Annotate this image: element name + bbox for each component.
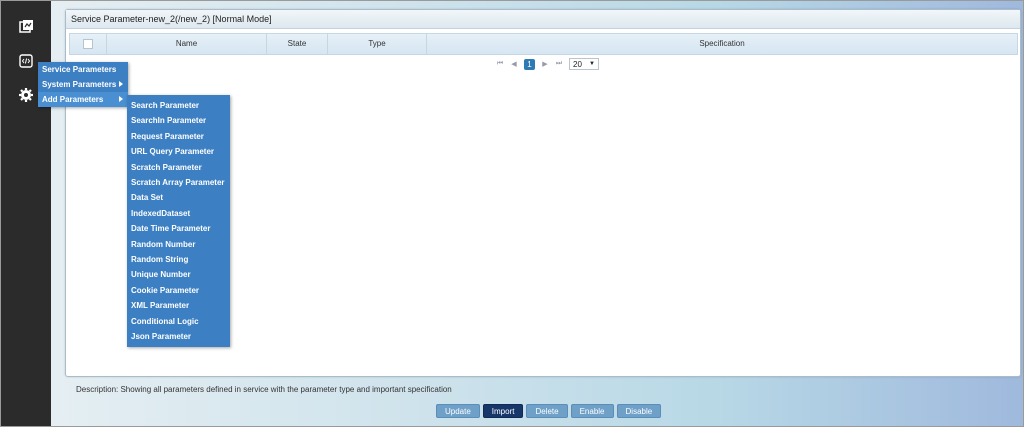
code-file-icon[interactable]	[18, 53, 34, 69]
column-header-name[interactable]: Name	[107, 34, 267, 54]
enable-button[interactable]: Enable	[570, 404, 614, 418]
add-parameters-submenu: Search Parameter SearchIn Parameter Requ…	[127, 95, 230, 347]
submenu-item-unique-number[interactable]: Unique Number	[127, 267, 230, 282]
settings-gear-icon[interactable]	[18, 87, 34, 103]
panel-title: Service Parameter-new_2(/new_2) [Normal …	[66, 10, 1020, 29]
action-button-bar: Update Import Delete Enable Disable	[436, 404, 662, 418]
submenu-item-cookie-parameter[interactable]: Cookie Parameter	[127, 283, 230, 298]
select-all-cell	[70, 34, 107, 54]
submenu-item-conditional-logic[interactable]: Conditional Logic	[127, 314, 230, 329]
next-page-icon[interactable]: ▶	[541, 60, 549, 68]
context-menu: Service Parameters System Parameters Add…	[38, 62, 128, 107]
column-header-type[interactable]: Type	[328, 34, 427, 54]
page-size-value: 20	[573, 59, 582, 69]
description-text: Description: Showing all parameters defi…	[76, 385, 452, 394]
pager: ⏮ ◀ 1 ▶ ⏭ 20 ▼	[496, 58, 599, 70]
disable-button[interactable]: Disable	[616, 404, 662, 418]
import-button[interactable]: Import	[482, 404, 524, 418]
submenu-item-date-time-parameter[interactable]: Date Time Parameter	[127, 221, 230, 236]
submenu-item-url-query-parameter[interactable]: URL Query Parameter	[127, 144, 230, 159]
submenu-item-data-set[interactable]: Data Set	[127, 190, 230, 205]
first-page-icon[interactable]: ⏮	[496, 60, 504, 68]
menu-item-add-parameters[interactable]: Add Parameters	[38, 92, 128, 107]
prev-page-icon[interactable]: ◀	[510, 60, 518, 68]
submenu-arrow-icon	[119, 81, 123, 87]
menu-item-system-parameters[interactable]: System Parameters	[38, 77, 128, 92]
submenu-item-xml-parameter[interactable]: XML Parameter	[127, 298, 230, 313]
submenu-item-searchin-parameter[interactable]: SearchIn Parameter	[127, 113, 230, 128]
submenu-item-request-parameter[interactable]: Request Parameter	[127, 129, 230, 144]
submenu-item-random-number[interactable]: Random Number	[127, 237, 230, 252]
delete-button[interactable]: Delete	[526, 404, 568, 418]
column-header-specification[interactable]: Specification	[427, 34, 1017, 54]
submenu-item-scratch-array-parameter[interactable]: Scratch Array Parameter	[127, 175, 230, 190]
submenu-item-scratch-parameter[interactable]: Scratch Parameter	[127, 160, 230, 175]
update-button[interactable]: Update	[436, 404, 480, 418]
menu-item-label: System Parameters	[42, 80, 117, 89]
menu-item-service-parameters[interactable]: Service Parameters	[38, 62, 128, 77]
page-size-select[interactable]: 20 ▼	[569, 58, 599, 70]
column-header-state[interactable]: State	[267, 34, 328, 54]
submenu-item-json-parameter[interactable]: Json Parameter	[127, 329, 230, 344]
grid-header: Name State Type Specification	[69, 33, 1018, 55]
dashboard-icon[interactable]	[18, 19, 34, 35]
chevron-down-icon: ▼	[589, 61, 595, 67]
menu-item-label: Add Parameters	[42, 95, 104, 104]
select-all-checkbox[interactable]	[83, 39, 93, 49]
submenu-item-indexeddataset[interactable]: IndexedDataset	[127, 206, 230, 221]
submenu-arrow-icon	[119, 96, 123, 102]
current-page[interactable]: 1	[524, 58, 535, 70]
last-page-icon[interactable]: ⏭	[555, 60, 563, 68]
submenu-item-random-string[interactable]: Random String	[127, 252, 230, 267]
submenu-item-search-parameter[interactable]: Search Parameter	[127, 98, 230, 113]
